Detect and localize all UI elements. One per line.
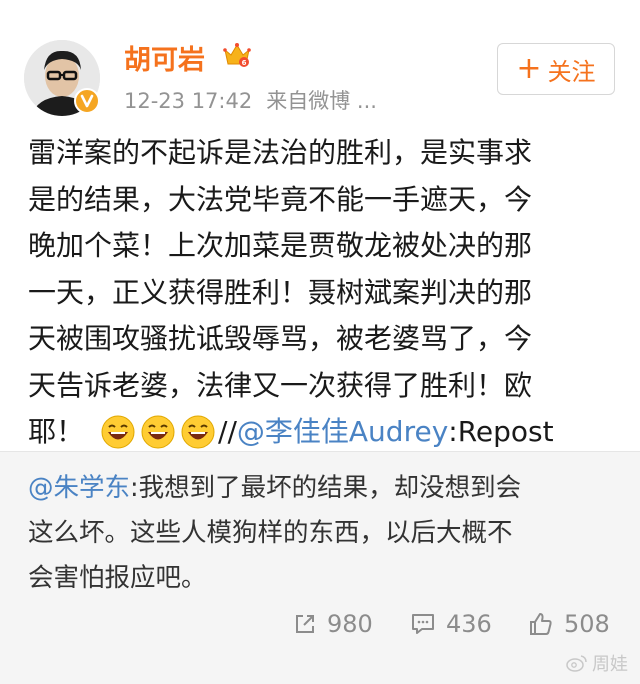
svg-text:6: 6 [242, 59, 247, 67]
weibo-post-card: 胡可岩 6 12-23 17:42 来自微博 ... + 关注 雷洋案的不起诉是法… [0, 0, 640, 684]
post-source[interactable]: 来自微博 ... [266, 89, 377, 113]
follow-button[interactable]: + 关注 [497, 43, 615, 95]
post-line: 是的结果，大法党毕竟不能一手遮天，今 [28, 182, 533, 216]
laugh-emoji-icon [141, 415, 175, 449]
reposted-line: 会害怕报应吧。 [28, 563, 207, 593]
repost-suffix: :Repost [448, 415, 554, 448]
post-line: 晚加个菜！上次加菜是贾敬龙被处决的那 [28, 229, 533, 262]
comment-action[interactable]: 436 [410, 610, 492, 638]
comment-count: 436 [446, 610, 492, 638]
post-time: 12-23 17:42 [124, 89, 253, 113]
like-action[interactable]: 508 [528, 610, 610, 638]
reposted-content[interactable]: @朱学东:我想到了最坏的结果，却没想到会 这么坏。这些人模狗样的东西，以后大概不… [0, 451, 640, 684]
post-last-line: 耶！ //@李佳佳Audrey:Repost [28, 409, 620, 456]
verified-badge-icon [74, 88, 100, 114]
plus-icon: + [516, 51, 542, 86]
weibo-logo-icon [566, 655, 587, 672]
like-count: 508 [564, 610, 610, 638]
post-line: 天告诉老婆，法律又一次获得了胜利！欧 [28, 368, 533, 402]
post-line: 一天，正义获得胜利！聂树斌案判决的那 [28, 275, 533, 309]
share-icon [296, 615, 314, 633]
comment-icon [412, 614, 434, 634]
post-last-prefix: 耶！ [28, 415, 85, 448]
repost-action[interactable]: 980 [293, 610, 373, 638]
post-line: 雷洋案的不起诉是法治的胜利，是实事求 [28, 136, 533, 169]
reposted-line: 这么坏。这些人模狗样的东西，以后大概不 [28, 518, 513, 548]
laugh-emoji-icon [181, 415, 215, 449]
laugh-emoji-icon [101, 415, 135, 449]
crown-vip-icon[interactable]: 6 [222, 40, 252, 70]
reposted-author-mention[interactable]: @朱学东 [28, 466, 130, 511]
repost-count: 980 [327, 610, 373, 638]
follow-label: 关注 [547, 57, 596, 86]
post-meta: 12-23 17:42 来自微博 ... [124, 85, 377, 115]
action-bar: 980 436 508 [0, 602, 640, 652]
like-icon [530, 613, 552, 635]
mention-link[interactable]: @李佳佳Audrey [237, 409, 448, 456]
author-name[interactable]: 胡可岩 [124, 38, 205, 77]
watermark: 周娃 [566, 650, 628, 676]
watermark-text: 周娃 [592, 654, 628, 675]
reposted-line: @朱学东:我想到了最坏的结果，却没想到会 [28, 466, 618, 511]
reposted-text: @朱学东:我想到了最坏的结果，却没想到会 这么坏。这些人模狗样的东西，以后大概不… [28, 466, 618, 601]
post-content: 雷洋案的不起诉是法治的胜利，是实事求 是的结果，大法党毕竟不能一手遮天，今 晚加… [28, 130, 620, 456]
post-line: 天被围攻骚扰诋毁辱骂，被老婆骂了，今 [28, 322, 533, 355]
reposted-line-text: :我想到了最坏的结果，却没想到会 [130, 473, 522, 503]
repost-separator: // [218, 415, 237, 448]
